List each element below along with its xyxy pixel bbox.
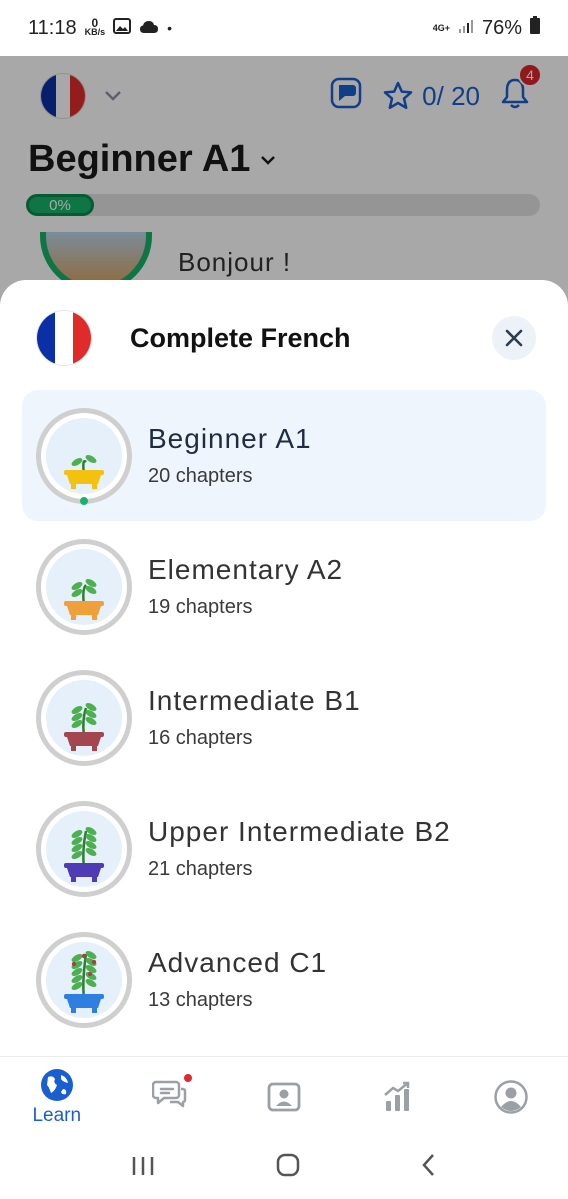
stats-icon [383, 1081, 409, 1111]
bottom-nav: Learn [0, 1056, 568, 1136]
nav-progress[interactable] [353, 1079, 443, 1115]
levels-list: Beginner A1 20 chapters Elementary A2 19… [22, 390, 546, 1045]
system-nav-bar [0, 1136, 568, 1199]
level-chapters: 16 chapters [148, 727, 253, 749]
person-card-icon [267, 1082, 301, 1111]
close-button[interactable] [492, 316, 536, 360]
home-button[interactable] [276, 1152, 300, 1184]
cloud-icon [139, 17, 159, 40]
level-item-beginner-a1[interactable]: Beginner A1 20 chapters [22, 390, 546, 521]
plant-pot-icon [36, 538, 132, 635]
nav-profile[interactable] [466, 1079, 556, 1115]
dot-icon: • [167, 20, 172, 36]
course-levels-sheet: Complete French Beginner A1 20 chapters [0, 280, 568, 1056]
nav-chat[interactable] [125, 1072, 215, 1117]
sheet-title: Complete French [130, 322, 351, 353]
level-name: Intermediate B1 [148, 685, 361, 716]
sheet-header: Complete French [36, 310, 536, 366]
nav-learn-label: Learn [32, 1104, 82, 1126]
plant-pot-icon [36, 800, 132, 897]
status-time: 11:18 [28, 16, 77, 39]
level-name: Upper Intermediate B2 [148, 816, 451, 847]
level-chapters: 13 chapters [148, 989, 253, 1011]
plant-pot-icon [36, 407, 132, 505]
level-name: Advanced C1 [148, 947, 328, 978]
data-rate: 0 KB/s [84, 16, 106, 37]
level-name: Beginner A1 [148, 423, 312, 454]
gallery-icon [113, 17, 132, 40]
battery-icon [530, 16, 540, 40]
level-item-intermediate-b1[interactable]: Intermediate B1 16 chapters [22, 652, 546, 783]
level-chapters: 19 chapters [148, 596, 253, 618]
level-chapters: 21 chapters [148, 858, 253, 880]
plant-pot-icon [36, 669, 132, 766]
back-button[interactable] [421, 1152, 437, 1184]
battery-percent: 76% [481, 16, 522, 39]
level-item-advanced-c1[interactable]: Advanced C1 13 chapters [22, 914, 546, 1045]
current-level-dot [80, 496, 88, 505]
signal-icon [458, 17, 474, 40]
plant-pot-icon [36, 931, 132, 1028]
network-type: 4G+ [432, 22, 450, 33]
level-item-upper-intermediate-b2[interactable]: Upper Intermediate B2 21 chapters [22, 783, 546, 914]
close-icon [505, 329, 523, 347]
chat-notification-dot [182, 1072, 195, 1084]
nav-learn[interactable]: Learn [12, 1067, 102, 1127]
recent-apps-button[interactable] [131, 1152, 155, 1184]
french-flag [36, 310, 92, 366]
status-bar: 11:18 0 KB/s • 4G+ 76% [0, 0, 568, 56]
level-item-elementary-a2[interactable]: Elementary A2 19 chapters [22, 521, 546, 652]
level-name: Elementary A2 [148, 554, 344, 585]
profile-icon [494, 1079, 528, 1114]
level-chapters: 20 chapters [148, 465, 253, 487]
globe-icon [40, 1068, 73, 1101]
nav-tutor[interactable] [239, 1079, 329, 1115]
